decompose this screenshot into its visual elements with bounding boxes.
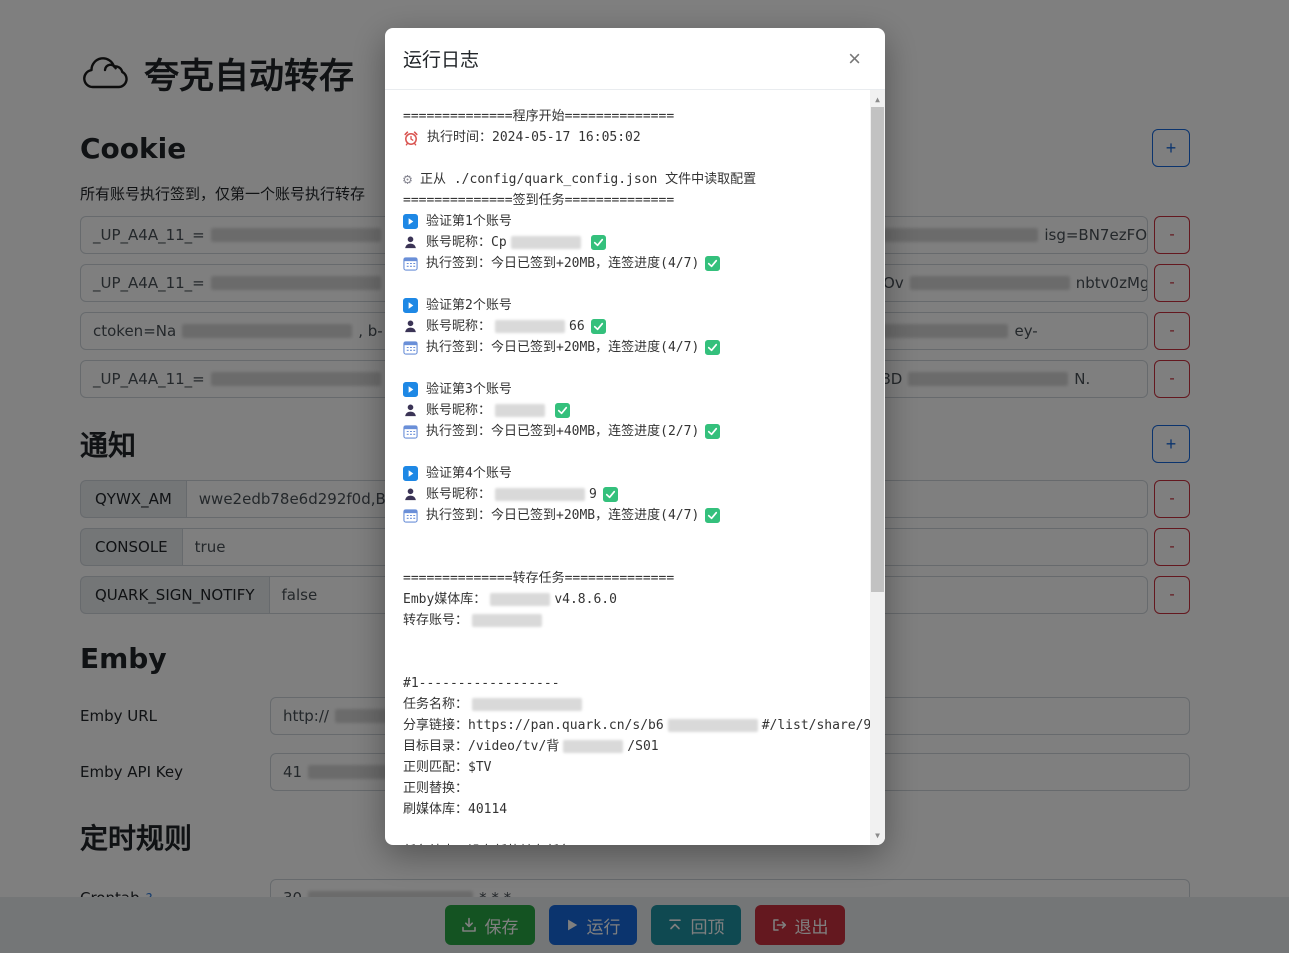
log-target-fragment: /video/tv/背: [468, 736, 559, 757]
log-line: 账号昵称：: [403, 400, 851, 421]
log-separator: ==============转存任务==============: [403, 568, 851, 589]
log-target-label: 目标目录：: [403, 736, 468, 757]
log-verify-account: 验证第1个账号: [426, 211, 512, 232]
log-sign-result: 执行签到：今日已签到+20MB，连签进度(4/7): [426, 505, 699, 526]
redacted-text: [563, 740, 623, 753]
log-verify-account: 验证第4个账号: [426, 463, 512, 484]
check-mark-icon: [603, 487, 618, 502]
redacted-text: [495, 320, 565, 333]
redacted-text: [472, 614, 542, 627]
log-nick-label: 账号昵称：: [426, 316, 491, 337]
log-share-label: 分享链接：: [403, 715, 468, 736]
log-read-config: 正从 ./config/quark_config.json 文件中读取配置: [420, 169, 756, 190]
log-line: 验证第3个账号: [403, 379, 851, 400]
run-log-modal: 运行日志 × ==============程序开始============== …: [385, 28, 885, 845]
modal-header: 运行日志 ×: [385, 28, 885, 90]
check-mark-icon: [555, 403, 570, 418]
log-line: 执行签到：今日已签到+20MB，连签进度(4/7): [403, 253, 851, 274]
person-icon: [403, 403, 418, 418]
redacted-text: [495, 488, 585, 501]
redacted-text: [490, 593, 550, 606]
log-nick-label: 账号昵称：: [426, 484, 491, 505]
log-verify-account: 验证第3个账号: [426, 379, 512, 400]
log-transfer-account-label: 转存账号：: [403, 610, 468, 631]
log-line: 执行签到：今日已签到+20MB，连签进度(4/7): [403, 337, 851, 358]
redacted-text: [472, 698, 582, 711]
log-separator: ==============签到任务==============: [403, 190, 851, 211]
log-nick-fragment: Cp: [491, 232, 507, 253]
log-line: 账号昵称：Cp: [403, 232, 851, 253]
calendar-icon: [403, 424, 418, 439]
check-mark-icon: [705, 256, 720, 271]
log-exec-time: 执行时间：2024-05-17 16:05:02: [427, 127, 641, 148]
log-line: 执行签到：今日已签到+20MB，连签进度(4/7): [403, 505, 851, 526]
log-regex-replace: 正则替换：: [403, 778, 851, 799]
scrollbar-thumb[interactable]: [871, 107, 884, 592]
person-icon: [403, 319, 418, 334]
log-line: ⚙ 正从 ./config/quark_config.json 文件中读取配置: [403, 169, 851, 190]
log-line: 账号昵称： 66: [403, 316, 851, 337]
log-line: 验证第4个账号: [403, 463, 851, 484]
log-target-fragment: /S01: [627, 736, 658, 757]
close-icon[interactable]: ×: [842, 48, 867, 70]
log-line: 目标目录：/video/tv/背/S01: [403, 736, 851, 757]
log-output[interactable]: ==============程序开始============== 执行时间：20…: [385, 90, 885, 845]
log-line: 转存账号：: [403, 610, 851, 631]
log-task-name-label: 任务名称：: [403, 694, 468, 715]
log-refresh-lib: 刷媒体库：40114: [403, 799, 851, 820]
log-sign-result: 执行签到：今日已签到+20MB，连签进度(4/7): [426, 253, 699, 274]
log-line: 账号昵称： 9: [403, 484, 851, 505]
log-line: 验证第2个账号: [403, 295, 851, 316]
check-mark-icon: [591, 235, 606, 250]
check-mark-icon: [705, 508, 720, 523]
log-task-header: #1------------------: [403, 673, 851, 694]
log-nick-label: 账号昵称：: [426, 400, 491, 421]
person-icon: [403, 235, 418, 250]
log-sign-result: 执行签到：今日已签到+20MB，连签进度(4/7): [426, 337, 699, 358]
log-emby-lib-label: Emby媒体库：: [403, 589, 486, 610]
log-sign-result: 执行签到：今日已签到+40MB，连签进度(2/7): [426, 421, 699, 442]
gear-icon: ⚙: [403, 169, 412, 190]
log-share-fragment: #/list/share/9: [762, 715, 872, 736]
log-line: 任务名称：: [403, 694, 851, 715]
play-button-icon: [403, 214, 418, 229]
log-task-end: 任务结束：没有新的转存任务: [403, 841, 851, 845]
check-mark-icon: [591, 319, 606, 334]
redacted-text: [511, 236, 581, 249]
log-verify-account: 验证第2个账号: [426, 295, 512, 316]
play-button-icon: [403, 466, 418, 481]
log-share-fragment: https://pan.quark.cn/s/b6: [468, 715, 664, 736]
calendar-icon: [403, 340, 418, 355]
log-nick-label: 账号昵称：: [426, 232, 491, 253]
log-nick-fragment: 66: [569, 316, 585, 337]
log-line: 分享链接：https://pan.quark.cn/s/b6#/list/sha…: [403, 715, 851, 736]
log-line: 执行签到：今日已签到+40MB，连签进度(2/7): [403, 421, 851, 442]
alarm-clock-icon: [403, 130, 419, 146]
play-button-icon: [403, 382, 418, 397]
check-mark-icon: [705, 340, 720, 355]
play-button-icon: [403, 298, 418, 313]
log-line: 执行时间：2024-05-17 16:05:02: [403, 127, 851, 148]
log-regex-match: 正则匹配：$TV: [403, 757, 851, 778]
calendar-icon: [403, 508, 418, 523]
modal-title: 运行日志: [403, 45, 479, 72]
log-line: Emby媒体库： v4.8.6.0: [403, 589, 851, 610]
person-icon: [403, 487, 418, 502]
modal-scrollbar[interactable]: ▲ ▼: [870, 90, 885, 845]
log-nick-fragment: 9: [589, 484, 597, 505]
scrollbar-up-arrow[interactable]: ▲: [870, 92, 885, 107]
redacted-text: [495, 404, 545, 417]
redacted-text: [668, 719, 758, 732]
check-mark-icon: [705, 424, 720, 439]
log-line: 验证第1个账号: [403, 211, 851, 232]
log-separator: ==============程序开始==============: [403, 106, 851, 127]
calendar-icon: [403, 256, 418, 271]
scrollbar-down-arrow[interactable]: ▼: [870, 828, 885, 843]
log-emby-lib-version: v4.8.6.0: [554, 589, 617, 610]
